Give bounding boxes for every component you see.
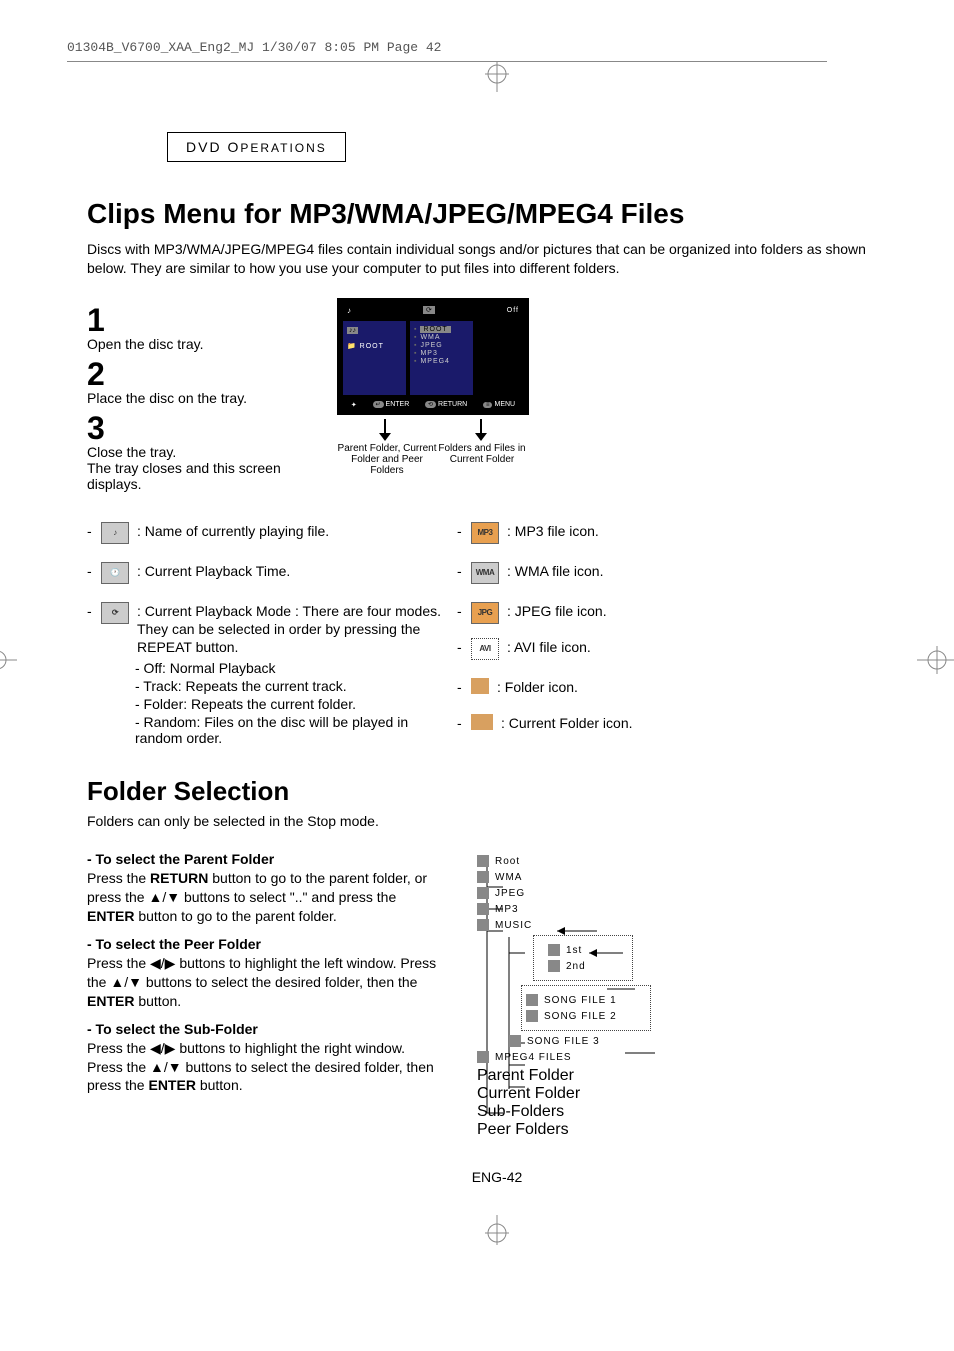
tree-node: WMA bbox=[495, 872, 522, 883]
sublist-item: - Track: Repeats the current track. bbox=[135, 678, 447, 694]
tree-node: SONG FILE 1 bbox=[544, 995, 617, 1006]
arrow-down-icon bbox=[471, 419, 491, 441]
page-title: Clips Menu for MP3/WMA/JPEG/MPEG4 Files bbox=[87, 198, 907, 230]
folder-selection-intro: Folders can only be selected in the Stop… bbox=[87, 813, 907, 829]
step-number-2: 2 bbox=[87, 358, 287, 390]
playing-file-icon: ♪ bbox=[101, 522, 129, 544]
legend-text: : Current Playback Time. bbox=[137, 562, 290, 584]
fs-text-sub: Press the ◀/▶ buttons to highlight the r… bbox=[87, 1039, 437, 1096]
osd-item-root: ROOT bbox=[420, 326, 450, 333]
icon-legend-right: - MP3 : MP3 file icon. - WMA : WMA file … bbox=[447, 518, 717, 749]
legend-text: : Folder icon. bbox=[497, 678, 578, 696]
osd-screenshot: ♪ ⟳ Off ♪♪ ROOT ROOT WMA JPEG MP3 MPEG4 bbox=[337, 298, 529, 415]
steps-column: 1 Open the disc tray. 2 Place the disc o… bbox=[87, 298, 287, 498]
print-header: 01304B_V6700_XAA_Eng2_MJ 1/30/07 8:05 PM… bbox=[67, 40, 907, 55]
osd-item-mpeg4: MPEG4 bbox=[414, 358, 469, 365]
step-number-1: 1 bbox=[87, 304, 287, 336]
step-text-2: Place the disc on the tray. bbox=[87, 390, 287, 406]
tree-node: MPEG4 FILES bbox=[495, 1052, 572, 1063]
tree-node: SONG FILE 3 bbox=[527, 1036, 600, 1047]
fs-heading-parent: - To select the Parent Folder bbox=[87, 851, 437, 867]
folder-icon bbox=[471, 678, 489, 694]
osd-column: ♪ ⟳ Off ♪♪ ROOT ROOT WMA JPEG MP3 MPEG4 bbox=[337, 298, 529, 498]
legend-text: : Name of currently playing file. bbox=[137, 522, 329, 544]
fs-heading-sub: - To select the Sub-Folder bbox=[87, 1021, 437, 1037]
step-text-3: Close the tray. The tray closes and this… bbox=[87, 444, 287, 492]
osd-item-mp3: MP3 bbox=[414, 350, 469, 357]
sublist-item: - Off: Normal Playback bbox=[135, 660, 447, 676]
step-number-3: 3 bbox=[87, 412, 287, 444]
osd-label-left: Parent Folder, Current Folder and Peer F… bbox=[337, 443, 437, 476]
intro-text: Discs with MP3/WMA/JPEG/MPEG4 files cont… bbox=[87, 240, 907, 278]
crop-mark-left bbox=[0, 640, 17, 685]
tree-node: 1st bbox=[566, 945, 582, 956]
legend-text: : Current Folder icon. bbox=[501, 714, 633, 732]
tree-node: 2nd bbox=[566, 961, 586, 972]
avi-icon: AVI bbox=[471, 638, 499, 660]
tree-node: JPEG bbox=[495, 888, 525, 899]
folder-selection-instructions: - To select the Parent Folder Press the … bbox=[87, 841, 437, 1139]
tree-root: Root bbox=[495, 856, 520, 867]
icon-legend-left: - ♪ : Name of currently playing file. - … bbox=[87, 518, 447, 749]
legend-text: : AVI file icon. bbox=[507, 638, 591, 660]
osd-enter: ENTER bbox=[386, 401, 410, 408]
playback-mode-sublist: - Off: Normal Playback - Track: Repeats … bbox=[135, 660, 447, 746]
current-folder-icon bbox=[471, 714, 493, 730]
osd-label-right: Folders and Files in Current Folder bbox=[437, 443, 527, 476]
sublist-item: - Random: Files on the disc will be play… bbox=[135, 714, 408, 746]
legend-text: : JPEG file icon. bbox=[507, 602, 607, 624]
jpeg-icon: JPG bbox=[471, 602, 499, 624]
legend-text: : Current Playback Mode : There are four… bbox=[137, 602, 447, 657]
osd-return: RETURN bbox=[438, 401, 467, 408]
playback-time-icon: 🕐 bbox=[101, 562, 129, 584]
legend-text: : WMA file icon. bbox=[507, 562, 603, 584]
osd-menu: MENU bbox=[494, 401, 515, 408]
mp3-icon: MP3 bbox=[471, 522, 499, 544]
tree-node: SONG FILE 2 bbox=[544, 1011, 617, 1022]
fs-text-peer: Press the ◀/▶ buttons to highlight the l… bbox=[87, 954, 437, 1011]
sublist-item: - Folder: Repeats the current folder. bbox=[135, 696, 447, 712]
tree-node: MP3 bbox=[495, 904, 519, 915]
playback-mode-icon: ⟳ bbox=[101, 602, 129, 624]
arrow-down-icon bbox=[375, 419, 395, 441]
osd-off-label: Off bbox=[507, 307, 519, 314]
step-text-1: Open the disc tray. bbox=[87, 336, 287, 352]
fs-heading-peer: - To select the Peer Folder bbox=[87, 936, 437, 952]
osd-item-wma: WMA bbox=[414, 334, 469, 341]
fs-text-parent: Press the RETURN button to go to the par… bbox=[87, 869, 437, 926]
wma-icon: WMA bbox=[471, 562, 499, 584]
folder-tree-diagram: Root WMA JPEG MP3 MUSIC 1st 2nd SONG FIL… bbox=[477, 851, 757, 1139]
crop-mark-right bbox=[917, 640, 954, 685]
osd-left-root: ROOT bbox=[347, 342, 402, 350]
section-tab: DVD OPERATIONS bbox=[167, 132, 346, 162]
tree-node: MUSIC bbox=[495, 920, 532, 931]
crop-mark-bottom bbox=[87, 1215, 907, 1250]
section-tab-text-2: PERATIONS bbox=[240, 141, 326, 155]
page-number: ENG-42 bbox=[87, 1169, 907, 1185]
folder-selection-title: Folder Selection bbox=[87, 776, 907, 807]
osd-item-jpeg: JPEG bbox=[414, 342, 469, 349]
crop-mark-top bbox=[87, 62, 907, 92]
legend-text: : MP3 file icon. bbox=[507, 522, 599, 544]
section-tab-text-1: DVD O bbox=[186, 139, 240, 155]
